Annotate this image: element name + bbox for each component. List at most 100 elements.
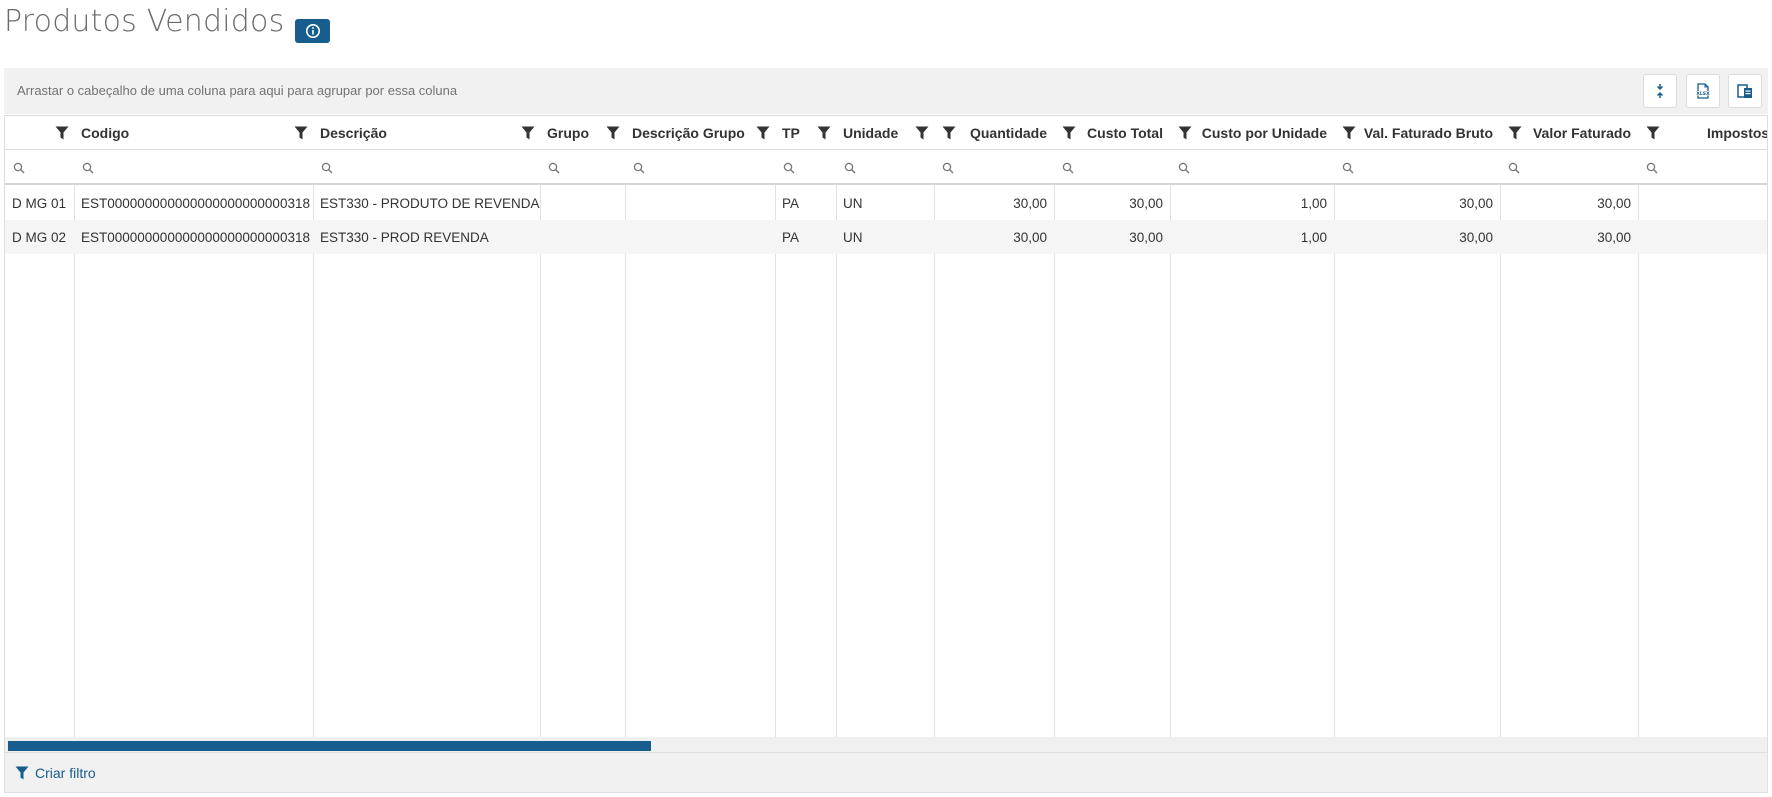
horizontal-scrollbar-thumb[interactable]: [8, 741, 651, 751]
table-row[interactable]: D MG 01 EST000000000000000000000000318 EST…: [5, 186, 1767, 220]
column-chooser-icon: [1737, 84, 1752, 98]
cell-descricao-grupo: [625, 186, 775, 220]
cell-impostos-nao: [1638, 220, 1767, 254]
filter-icon[interactable]: [1062, 126, 1076, 140]
column-header-impostos-nao[interactable]: Impostos não: [1638, 116, 1768, 149]
column-header-label: Codigo: [81, 125, 130, 141]
export-xls-icon: XLSX: [1696, 83, 1710, 99]
export-xls-button[interactable]: XLSX: [1686, 74, 1720, 108]
cell-unidade: UN: [843, 195, 863, 211]
filter-input-tp[interactable]: [775, 150, 836, 183]
cell-unidade: UN: [843, 229, 863, 245]
grid-header-row: Codigo Descrição Grupo Descrição Grupo TP Uni…: [5, 116, 1767, 150]
filter-icon[interactable]: [915, 126, 929, 140]
cell-tp: PA: [782, 195, 800, 211]
filter-icon[interactable]: [1178, 126, 1192, 140]
filter-input-descricao-grupo[interactable]: [625, 150, 775, 183]
search-icon: [783, 162, 795, 174]
cell-custo-por-unidade: 1,00: [1300, 195, 1327, 211]
cell-custo-total: 30,00: [1129, 229, 1163, 245]
filter-icon[interactable]: [1342, 126, 1356, 140]
cell-grupo: [540, 220, 625, 254]
horizontal-scrollbar[interactable]: [5, 737, 1767, 752]
filter-icon[interactable]: [521, 126, 535, 140]
group-panel-hint: Arrastar o cabeçalho de uma coluna para …: [17, 83, 458, 98]
filter-input-valor-faturado[interactable]: [1500, 150, 1638, 183]
column-chooser-button[interactable]: [1728, 74, 1762, 108]
column-header-label: Valor Faturado: [1532, 125, 1631, 141]
filter-input-descricao[interactable]: [313, 150, 540, 183]
cell-custo-por-unidade: 1,00: [1300, 229, 1327, 245]
collapse-rows-button[interactable]: [1643, 74, 1677, 108]
search-icon: [1178, 162, 1190, 174]
search-icon: [1062, 162, 1074, 174]
cell-val-faturado-bruto: 30,00: [1459, 229, 1493, 245]
search-icon: [82, 162, 94, 174]
filter-icon[interactable]: [942, 126, 956, 140]
filter-input-custo-por-unidade[interactable]: [1170, 150, 1334, 183]
filter-input-codigo[interactable]: [74, 150, 313, 183]
group-panel[interactable]: Arrastar o cabeçalho de uma coluna para …: [4, 68, 1768, 114]
column-header-label: Impostos não: [1706, 125, 1768, 141]
search-icon: [13, 162, 25, 174]
cell-codigo: EST000000000000000000000000318: [81, 195, 310, 211]
column-header-descricao-grupo[interactable]: Descrição Grupo: [625, 116, 775, 149]
filter-input-grupo[interactable]: [540, 150, 625, 183]
filter-input-unidade[interactable]: [836, 150, 934, 183]
search-icon: [548, 162, 560, 174]
filter-icon[interactable]: [1508, 126, 1522, 140]
search-icon: [942, 162, 954, 174]
column-header-tp[interactable]: TP: [775, 116, 836, 149]
table-row[interactable]: D MG 02 EST000000000000000000000000318 EST…: [5, 220, 1767, 254]
column-header-codigo[interactable]: Codigo: [74, 116, 313, 149]
grid-footer: Criar filtro: [4, 753, 1768, 793]
filter-input-col-0[interactable]: [5, 150, 74, 183]
filter-icon: [15, 766, 29, 780]
filter-icon[interactable]: [1646, 126, 1660, 140]
column-header-label: Custo Total: [1087, 125, 1163, 141]
create-filter-button[interactable]: Criar filtro: [15, 765, 96, 781]
column-header-col-0[interactable]: [5, 116, 74, 149]
column-header-valor-faturado[interactable]: Valor Faturado: [1500, 116, 1638, 149]
info-button[interactable]: [295, 19, 330, 43]
filter-input-impostos-nao[interactable]: [1638, 150, 1767, 183]
column-header-val-faturado-bruto[interactable]: Val. Faturado Bruto: [1334, 116, 1500, 149]
filter-icon[interactable]: [817, 126, 831, 140]
cell-impostos-nao: [1638, 186, 1767, 220]
column-header-custo-total[interactable]: Custo Total: [1054, 116, 1170, 149]
column-header-grupo[interactable]: Grupo: [540, 116, 625, 149]
filter-icon[interactable]: [606, 126, 620, 140]
collapse-rows-icon: [1656, 84, 1664, 98]
column-header-label: Custo por Unidade: [1201, 125, 1327, 141]
cell-quantidade: 30,00: [1013, 195, 1047, 211]
column-header-label: Grupo: [547, 125, 589, 141]
filter-input-custo-total[interactable]: [1054, 150, 1170, 183]
filter-icon[interactable]: [55, 126, 69, 140]
filter-input-quantidade[interactable]: [934, 150, 1054, 183]
column-header-quantidade[interactable]: Quantidade: [934, 116, 1054, 149]
filter-icon[interactable]: [294, 126, 308, 140]
cell-descricao-grupo: [625, 220, 775, 254]
search-icon: [1508, 162, 1520, 174]
cell-valor-faturado: 30,00: [1597, 195, 1631, 211]
column-header-descricao[interactable]: Descrição: [313, 116, 540, 149]
cell-quantidade: 30,00: [1013, 229, 1047, 245]
cell-grupo: [540, 186, 625, 220]
cell-valor-faturado: 30,00: [1597, 229, 1631, 245]
column-header-label: Quantidade: [969, 125, 1047, 141]
page-title: Produtos Vendidos: [4, 4, 285, 39]
cell-col-0: D MG 02: [12, 229, 67, 245]
column-header-custo-por-unidade[interactable]: Custo por Unidade: [1170, 116, 1334, 149]
column-header-label: TP: [782, 125, 800, 141]
data-grid[interactable]: Codigo Descrição Grupo Descrição Grupo TP Uni…: [4, 115, 1768, 753]
column-header-unidade[interactable]: Unidade: [836, 116, 934, 149]
grid-filter-row: [5, 150, 1767, 185]
search-icon: [633, 162, 645, 174]
search-icon: [1342, 162, 1354, 174]
cell-tp: PA: [782, 229, 800, 245]
filter-input-val-faturado-bruto[interactable]: [1334, 150, 1500, 183]
search-icon: [321, 162, 333, 174]
column-header-label: Val. Faturado Bruto: [1363, 125, 1493, 141]
search-icon: [844, 162, 856, 174]
filter-icon[interactable]: [756, 126, 770, 140]
